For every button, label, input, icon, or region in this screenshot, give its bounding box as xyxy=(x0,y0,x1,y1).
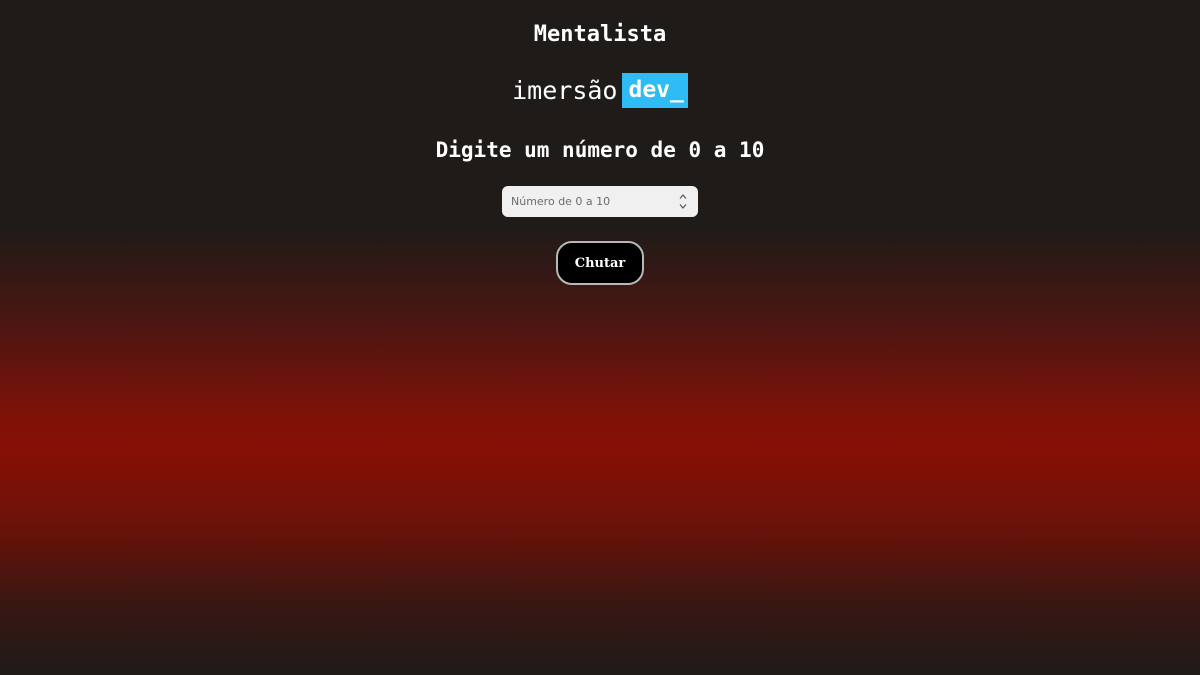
logo-badge: dev_ xyxy=(622,72,688,108)
logo-text: imersão xyxy=(512,75,618,105)
chevron-up-icon[interactable] xyxy=(679,194,687,199)
number-input[interactable] xyxy=(511,195,661,208)
page-title: Mentalista xyxy=(533,22,667,47)
guess-button[interactable]: Chutar xyxy=(556,241,644,285)
instruction-heading: Digite um número de 0 a 10 xyxy=(435,138,765,162)
number-spinner[interactable] xyxy=(678,194,688,209)
chevron-down-icon[interactable] xyxy=(679,204,687,209)
imersao-dev-logo: imersão dev_ xyxy=(512,72,688,108)
page-container: Mentalista imersão dev_ Digite um número… xyxy=(0,0,1200,285)
number-field[interactable] xyxy=(502,186,698,217)
